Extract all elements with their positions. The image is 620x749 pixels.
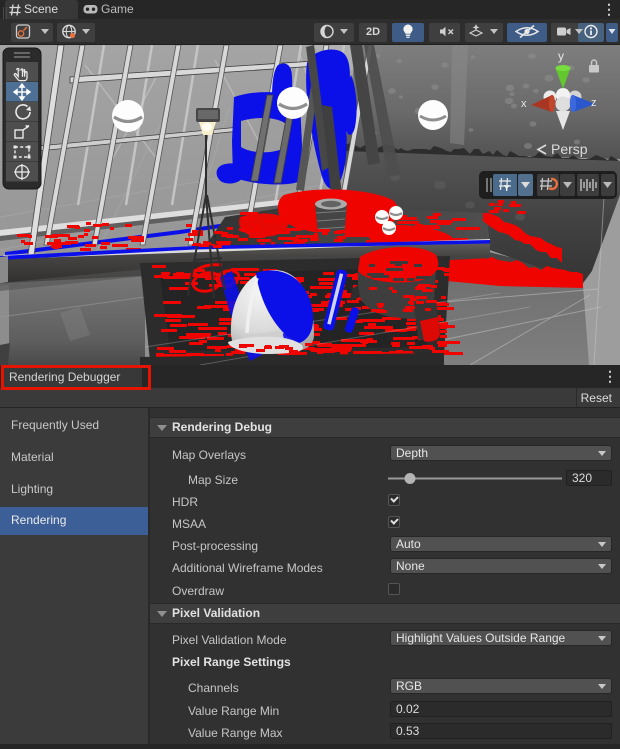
svg-text:y: y [558, 49, 564, 63]
svg-text:Persp: Persp [551, 141, 588, 157]
svg-text:Y: Y [504, 184, 510, 193]
svg-text:z: z [591, 97, 597, 109]
svg-text:x: x [521, 98, 527, 110]
